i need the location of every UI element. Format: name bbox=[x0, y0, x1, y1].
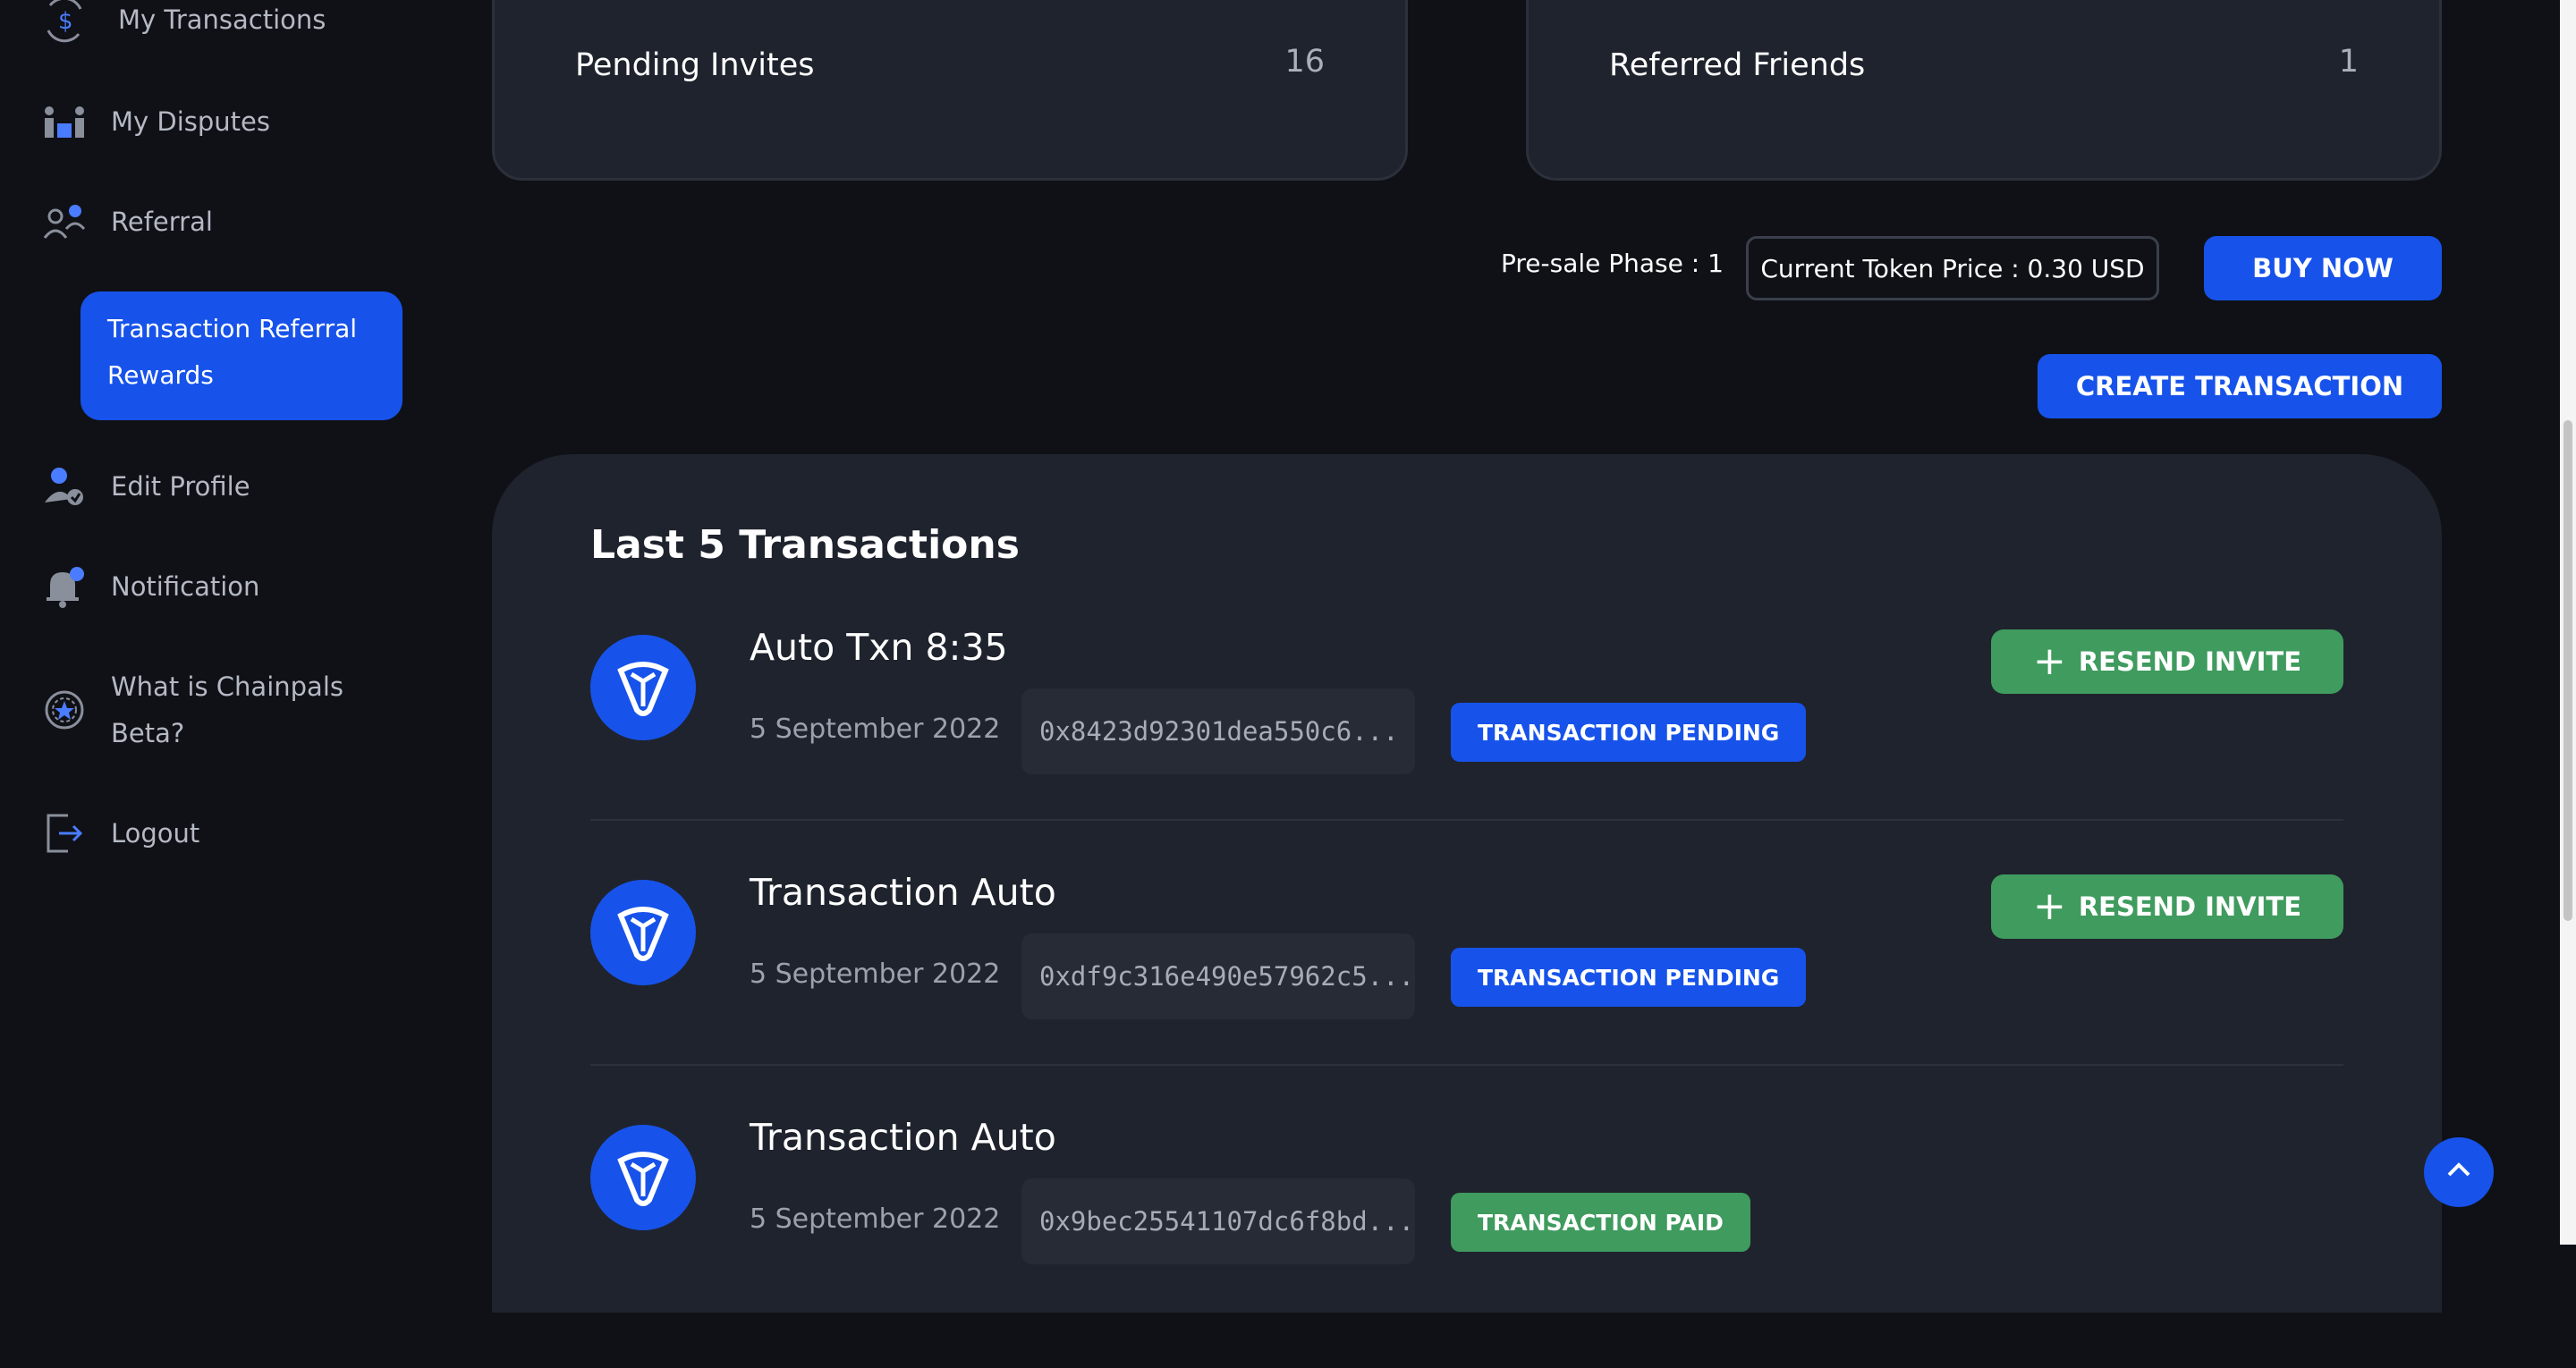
sidebar-item-label: Edit Profile bbox=[111, 471, 250, 502]
resend-invite-button[interactable]: + RESEND INVITE bbox=[1991, 874, 2343, 939]
token-price-text: Current Token Price : 0.30 USD bbox=[1760, 253, 2145, 283]
transaction-hash[interactable]: 0x9bec25541107dc6f8bd... bbox=[1021, 1178, 1415, 1264]
chainpals-logo-icon bbox=[590, 880, 696, 985]
edit-profile-icon bbox=[41, 463, 88, 510]
resend-invite-label: RESEND INVITE bbox=[2078, 891, 2302, 922]
transaction-hash[interactable]: 0x8423d92301dea550c6... bbox=[1021, 688, 1415, 774]
sidebar-item-label: Referral bbox=[111, 207, 213, 237]
pending-invites-label: Pending Invites bbox=[575, 47, 815, 83]
sidebar-item-label: What is Chainpals Beta? bbox=[111, 671, 343, 748]
resend-invite-label: RESEND INVITE bbox=[2078, 646, 2302, 677]
sidebar-item-label: Notification bbox=[111, 571, 260, 602]
pending-invites-value: 16 bbox=[1284, 44, 1325, 80]
transaction-date: 5 September 2022 bbox=[750, 1203, 1001, 1235]
list-item[interactable]: Transaction Auto 5 September 2022 0x9bec… bbox=[590, 1116, 2343, 1368]
svg-text:$: $ bbox=[58, 8, 73, 35]
status-badge: TRANSACTION PENDING bbox=[1451, 703, 1807, 762]
transaction-date: 5 September 2022 bbox=[750, 714, 1001, 745]
create-transaction-button[interactable]: CREATE TRANSACTION bbox=[2038, 354, 2442, 418]
divider bbox=[590, 1064, 2343, 1066]
transaction-hash[interactable]: 0xdf9c316e490e57962c5... bbox=[1021, 933, 1415, 1019]
sidebar-item-edit-profile[interactable]: Edit Profile bbox=[41, 463, 250, 510]
sidebar-item-label: My Transactions bbox=[118, 4, 326, 35]
chainpals-logo-icon bbox=[590, 1125, 696, 1230]
buy-now-button[interactable]: BUY NOW bbox=[2204, 236, 2442, 300]
status-badge: TRANSACTION PAID bbox=[1451, 1193, 1750, 1252]
bell-icon bbox=[41, 563, 88, 610]
sidebar-item-notification[interactable]: Notification bbox=[41, 563, 259, 610]
transactions-panel: Last 5 Transactions Auto Txn 8:35 5 Sept… bbox=[492, 454, 2442, 1313]
presale-phase: Pre-sale Phase : 1 bbox=[1501, 249, 1724, 278]
referral-icon bbox=[41, 198, 88, 245]
plus-icon: + bbox=[2032, 883, 2066, 929]
scroll-to-top-button[interactable] bbox=[2424, 1137, 2494, 1207]
status-badge: TRANSACTION PENDING bbox=[1451, 948, 1807, 1007]
sidebar-item-my-transactions[interactable]: $ My Transactions bbox=[41, 0, 326, 43]
transaction-name: Transaction Auto bbox=[750, 1116, 1056, 1159]
list-item[interactable]: Transaction Auto 5 September 2022 0xdf9c… bbox=[590, 871, 2343, 1123]
sidebar-item-what-is-chainpals[interactable]: What is Chainpals Beta? bbox=[41, 663, 361, 756]
disputes-icon bbox=[41, 98, 88, 145]
chevron-up-icon bbox=[2444, 1155, 2474, 1189]
dollar-exchange-icon: $ bbox=[41, 0, 88, 43]
scrollbar-thumb[interactable] bbox=[2563, 420, 2572, 921]
referred-friends-label: Referred Friends bbox=[1609, 47, 1866, 83]
transactions-title: Last 5 Transactions bbox=[590, 522, 1020, 568]
sidebar-item-logout[interactable]: Logout bbox=[41, 810, 199, 857]
sidebar-item-referral[interactable]: Referral bbox=[41, 198, 213, 245]
sidebar-item-label: Logout bbox=[111, 818, 200, 849]
list-item[interactable]: Auto Txn 8:35 5 September 2022 0x8423d92… bbox=[590, 626, 2343, 878]
pending-invites-card: Pending Invites 16 bbox=[492, 0, 1408, 181]
chainpals-logo-icon bbox=[590, 635, 696, 740]
sidebar-item-label: My Disputes bbox=[111, 106, 271, 137]
sidebar-item-transaction-referral-rewards[interactable]: Transaction Referral Rewards bbox=[80, 291, 402, 420]
referred-friends-value: 1 bbox=[2338, 44, 2359, 80]
sidebar-item-my-disputes[interactable]: My Disputes bbox=[41, 98, 270, 145]
divider bbox=[590, 819, 2343, 821]
referred-friends-card: Referred Friends 1 bbox=[1526, 0, 2442, 181]
token-price: Current Token Price : 0.30 USD bbox=[1746, 236, 2159, 300]
plus-icon: + bbox=[2032, 638, 2066, 684]
chainpals-icon bbox=[41, 687, 88, 733]
transaction-name: Auto Txn 8:35 bbox=[750, 626, 1008, 669]
sidebar-item-label: Transaction Referral Rewards bbox=[107, 314, 358, 390]
transaction-name: Transaction Auto bbox=[750, 871, 1056, 914]
page-scrollbar[interactable] bbox=[2560, 0, 2576, 1245]
logout-icon bbox=[41, 810, 88, 857]
resend-invite-button[interactable]: + RESEND INVITE bbox=[1991, 629, 2343, 694]
transaction-date: 5 September 2022 bbox=[750, 958, 1001, 990]
sidebar: $ My Transactions My Disputes Referral T… bbox=[0, 0, 465, 1245]
